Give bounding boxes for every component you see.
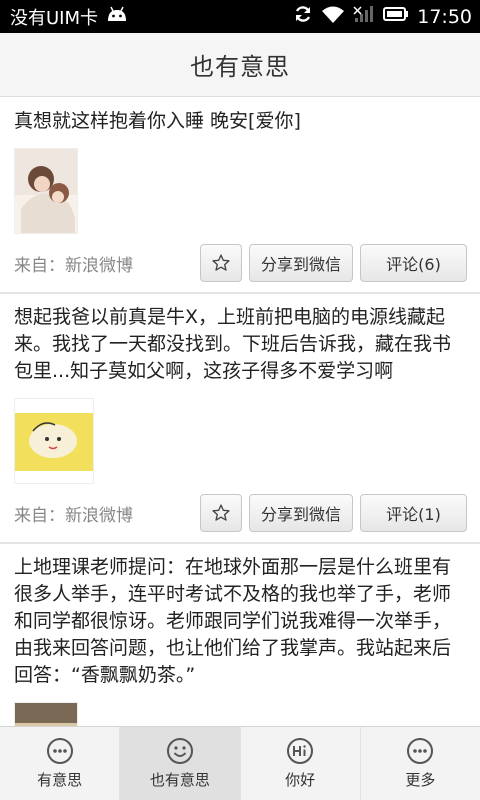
battery-icon: [383, 6, 409, 27]
page-title: 也有意思: [190, 53, 290, 81]
bottom-tab-bar: 有意思 也有意思 你好 更多: [0, 726, 480, 800]
status-bar-right: 17:50: [293, 4, 472, 29]
signal-icon: [353, 5, 375, 28]
post-thumbnail-image[interactable]: [14, 398, 94, 484]
post-card: 真想就这样抱着你入睡 晚安[爱你] 来自：新浪微博 分享到微信 评论(6): [0, 98, 480, 294]
post-source: 来自：新浪微博: [14, 255, 133, 276]
post-text: 上地理课老师提问：在地球外面那一层是什么班里有很多人举手，连平时考试不及格的我也…: [14, 556, 452, 686]
comment-button[interactable]: 评论(1): [360, 494, 467, 532]
post-actions: 来自：新浪微博 分享到微信 评论(1): [14, 484, 467, 542]
clock: 17:50: [417, 5, 472, 28]
wifi-icon: [321, 5, 345, 28]
post-text: 真想就这样抱着你入睡 晚安[爱你]: [14, 110, 301, 132]
post-thumbnail-image[interactable]: [14, 148, 78, 234]
status-bar-left: 没有UIM卡: [10, 4, 128, 30]
carrier-text: 没有UIM卡: [10, 7, 99, 29]
tab-you-yisi[interactable]: 有意思: [0, 727, 121, 800]
post-actions: 来自：新浪微博 分享到微信 评论(6): [14, 234, 467, 292]
tab-more[interactable]: 更多: [361, 727, 480, 800]
post-thumbnail-image[interactable]: [14, 702, 78, 726]
hi-icon: [287, 738, 314, 764]
share-to-wechat-button[interactable]: 分享到微信: [249, 494, 353, 532]
post-card: 想起我爸以前真是牛X，上班前把电脑的电源线藏起来。我找了一天都没找到。下班后告诉…: [0, 294, 480, 544]
post-source: 来自：新浪微博: [14, 505, 133, 526]
favorite-button[interactable]: [200, 244, 242, 282]
tab-label: 有意思: [37, 771, 83, 789]
share-to-wechat-button[interactable]: 分享到微信: [249, 244, 353, 282]
smiley-icon: [166, 738, 193, 764]
tab-label: 也有意思: [149, 771, 210, 789]
favorite-button[interactable]: [200, 494, 242, 532]
tab-label: 你好: [285, 771, 316, 789]
tab-hello[interactable]: 你好: [241, 727, 361, 800]
post-text: 想起我爸以前真是牛X，上班前把电脑的电源线藏起来。我找了一天都没找到。下班后告诉…: [14, 306, 452, 382]
title-bar: 也有意思: [0, 33, 480, 97]
chat-dots-icon: [46, 738, 73, 764]
more-dots-icon: [407, 738, 434, 764]
comment-button[interactable]: 评论(6): [360, 244, 467, 282]
sync-icon: [293, 4, 313, 29]
star-icon: [212, 254, 230, 271]
tab-ye-you-yisi[interactable]: 也有意思: [120, 727, 241, 800]
status-bar: 没有UIM卡 17:50: [0, 0, 480, 33]
star-icon: [212, 504, 230, 521]
post-feed[interactable]: 真想就这样抱着你入睡 晚安[爱你] 来自：新浪微博 分享到微信 评论(6) 想起…: [0, 98, 480, 726]
android-icon: [106, 6, 128, 27]
post-card: 上地理课老师提问：在地球外面那一层是什么班里有很多人举手，连平时考试不及格的我也…: [0, 544, 480, 726]
tab-label: 更多: [405, 771, 436, 789]
